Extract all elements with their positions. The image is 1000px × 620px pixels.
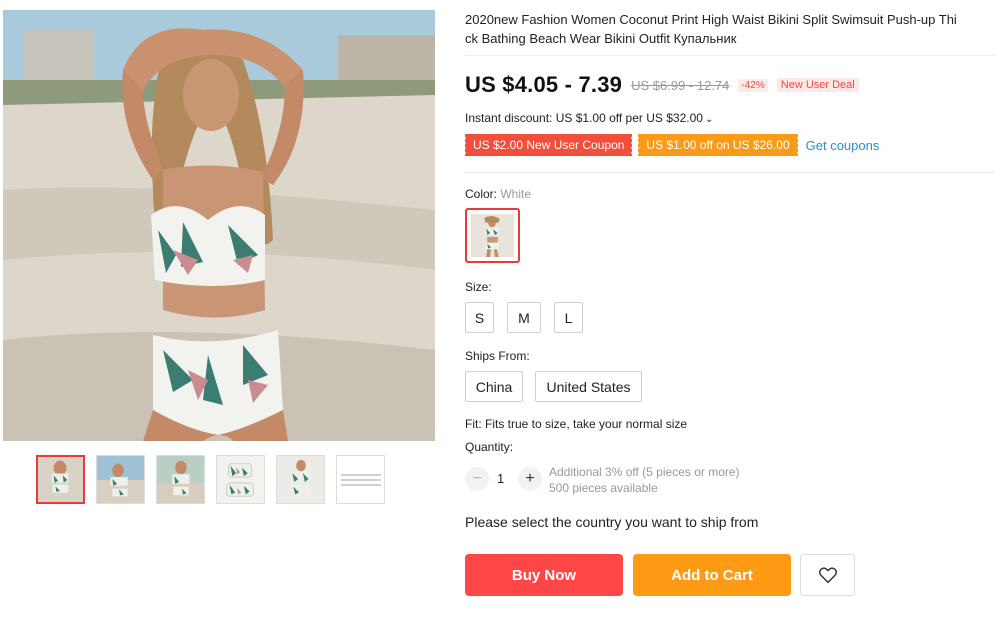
get-coupons-link[interactable]: Get coupons [806, 138, 880, 153]
add-to-cart-button[interactable]: Add to Cart [633, 554, 791, 596]
thumbnail-1[interactable] [36, 455, 85, 504]
thumbnail-6[interactable] [336, 455, 385, 504]
new-user-coupon[interactable]: US $2.00 New User Coupon [463, 134, 633, 156]
new-user-deal-badge: New User Deal [776, 78, 859, 92]
quantity-info: Additional 3% off (5 pieces or more) 500… [549, 464, 740, 496]
thumbnail-3[interactable] [156, 455, 205, 504]
discount-badge: -42% [738, 78, 768, 92]
divider [465, 172, 995, 173]
store-coupon[interactable]: US $1.00 off on US $26.00 [637, 134, 798, 156]
bulk-discount-text: Additional 3% off (5 pieces or more) [549, 465, 740, 479]
color-label-text: Color: [465, 187, 498, 201]
size-option-l[interactable]: L [554, 302, 583, 333]
quantity-value[interactable]: 1 [497, 471, 504, 486]
buy-now-button[interactable]: Buy Now [465, 554, 623, 596]
instant-discount-text: Instant discount: US $1.00 off per US $3… [465, 111, 703, 125]
color-label: Color: White [465, 187, 531, 201]
color-option-white[interactable] [465, 208, 520, 263]
product-title-line-2: ck Bathing Beach Wear Bikini Outfit Купа… [465, 31, 737, 46]
quantity-decrease-button[interactable]: − [465, 467, 489, 491]
instant-discount[interactable]: Instant discount: US $1.00 off per US $3… [465, 111, 713, 125]
size-label: Size: [465, 280, 492, 294]
product-title: 2020new Fashion Women Coconut Print High… [465, 10, 995, 48]
original-price: US $6.99 - 12.74 [631, 77, 730, 93]
size-chart-icon [340, 471, 381, 489]
heart-icon [818, 567, 837, 584]
divider [465, 55, 995, 56]
quantity-increase-button[interactable]: + [518, 467, 542, 491]
coupon-row: US $2.00 New User Coupon US $1.00 off on… [463, 134, 880, 156]
stock-available-text: 500 pieces available [549, 481, 658, 495]
wishlist-button[interactable] [800, 554, 855, 596]
price-row: US $4.05 - 7.39 US $6.99 - 12.74 -42% Ne… [465, 72, 859, 98]
thumbnail-strip [36, 455, 385, 504]
thumbnail-5[interactable] [276, 455, 325, 504]
size-option-s[interactable]: S [465, 302, 494, 333]
thumbnail-4[interactable] [216, 455, 265, 504]
ship-country-note: Please select the country you want to sh… [465, 514, 759, 530]
thumbnail-2[interactable] [96, 455, 145, 504]
selected-color-value: White [500, 187, 532, 201]
chevron-down-icon: ⌄ [704, 114, 714, 125]
product-title-line-1: 2020new Fashion Women Coconut Print High… [465, 12, 957, 27]
ships-from-united-states[interactable]: United States [535, 371, 642, 402]
ships-from-china[interactable]: China [465, 371, 523, 402]
current-price: US $4.05 - 7.39 [465, 72, 623, 97]
quantity-label: Quantity: [465, 440, 514, 454]
fit-note: Fit: Fits true to size, take your normal… [465, 417, 688, 431]
main-product-image[interactable] [3, 10, 435, 441]
size-option-m[interactable]: M [507, 302, 541, 333]
ships-from-label: Ships From: [465, 349, 530, 363]
